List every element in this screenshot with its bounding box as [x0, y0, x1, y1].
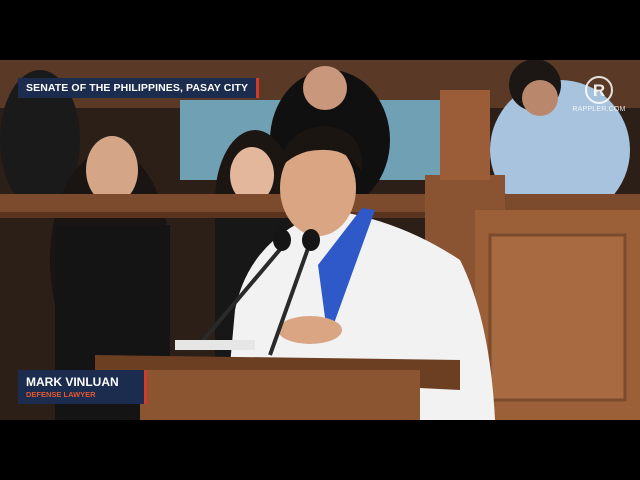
- letterbox-top: [0, 0, 640, 60]
- rappler-logo-glyph: R: [592, 80, 606, 100]
- railing-finial: [440, 90, 490, 180]
- podium-front: [140, 370, 420, 420]
- rappler-logo-text: RAPPLER.COM: [572, 106, 626, 113]
- video-frame: [0, 60, 640, 420]
- speaker-hands: [278, 316, 342, 344]
- scene-illustration: [0, 60, 640, 420]
- mic-left-head: [273, 229, 291, 251]
- person-center-back-face: [303, 66, 347, 110]
- location-tag-text: SENATE OF THE PHILIPPINES, PASAY CITY: [26, 82, 249, 94]
- location-tag: SENATE OF THE PHILIPPINES, PASAY CITY: [18, 78, 260, 98]
- rappler-logo: R RAPPLER.COM: [572, 76, 626, 118]
- speaker-role: DEFENSE LAWYER: [26, 390, 96, 399]
- letterbox-bottom: [0, 420, 640, 480]
- person-right-face: [522, 80, 558, 116]
- rappler-logo-icon: R: [585, 76, 613, 104]
- podium-papers: [175, 340, 255, 350]
- speaker-name: MARK VINLUAN: [26, 375, 119, 389]
- mic-right-head: [302, 229, 320, 251]
- lower-third: MARK VINLUAN DEFENSE LAWYER: [18, 370, 147, 404]
- right-panel-inset: [488, 233, 627, 402]
- woman-left-face: [86, 136, 138, 204]
